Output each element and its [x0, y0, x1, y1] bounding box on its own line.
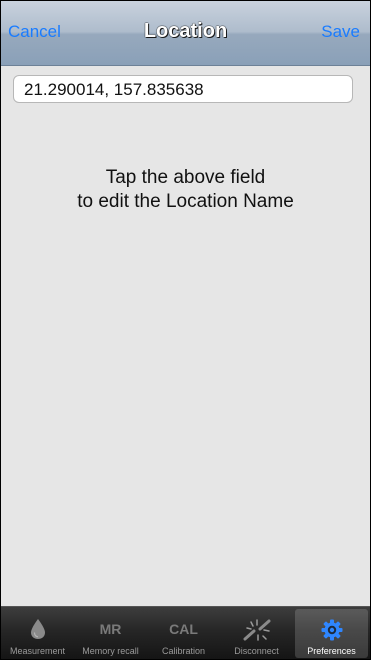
- tab-label-disconnect: Disconnect: [234, 646, 279, 656]
- tab-label-preferences: Preferences: [307, 646, 356, 656]
- calibration-icon: CAL: [147, 618, 220, 640]
- gear-icon: [295, 618, 368, 641]
- app-screen: Cancel Location Save 21.290014, 157.8356…: [0, 0, 371, 660]
- instruction-text: Tap the above field to edit the Location…: [1, 166, 370, 214]
- tab-preferences[interactable]: Preferences: [295, 609, 368, 658]
- save-button[interactable]: Save: [321, 22, 360, 42]
- tab-disconnect[interactable]: Disconnect: [220, 607, 293, 659]
- tab-memory-recall[interactable]: MR Memory recall: [74, 607, 147, 659]
- calibration-icon-text: CAL: [169, 621, 198, 637]
- location-name-field[interactable]: 21.290014, 157.835638: [13, 75, 353, 103]
- tab-label-measurement: Measurement: [9, 646, 66, 656]
- memory-recall-icon-text: MR: [99, 621, 122, 637]
- instruction-line-1: Tap the above field: [105, 167, 266, 188]
- tab-calibration[interactable]: CAL Calibration: [147, 607, 220, 659]
- memory-recall-icon: MR: [74, 618, 147, 640]
- disconnect-icon: [220, 618, 293, 641]
- navigation-bar: Cancel Location Save: [1, 1, 370, 66]
- tab-bar: Measurement MR Memory recall CAL Calibra…: [1, 606, 370, 659]
- instruction-line-2: to edit the Location Name: [77, 191, 294, 212]
- tab-label-memory-recall: Memory recall: [82, 646, 139, 656]
- water-drop-icon: [1, 618, 74, 640]
- page-title: Location: [143, 20, 228, 42]
- tab-measurement[interactable]: Measurement: [1, 607, 74, 659]
- tab-label-calibration: Calibration: [161, 646, 206, 656]
